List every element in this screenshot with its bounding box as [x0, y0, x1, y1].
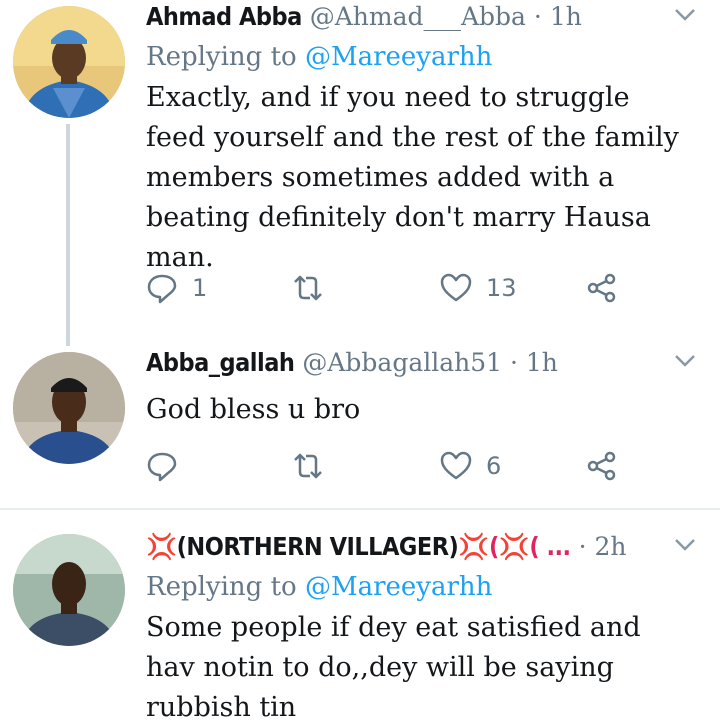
like-button[interactable]: 6 — [440, 446, 501, 486]
tweet-header: Abba_gallah @Abbagallah51 · 1h — [146, 348, 696, 384]
tweet-actions: 6 — [146, 446, 666, 486]
separator-dot: · — [578, 532, 587, 561]
reply-button[interactable] — [146, 446, 192, 486]
reply-icon — [147, 452, 177, 482]
display-name[interactable]: Abba_gallah — [146, 348, 295, 377]
name-suffix: 💢(💢( ... — [458, 532, 571, 561]
replying-label: Replying to — [146, 572, 297, 602]
retweet-button[interactable] — [292, 268, 338, 308]
thread-line — [66, 124, 70, 346]
timestamp[interactable]: 2h — [594, 532, 626, 561]
tweet[interactable]: Ahmad Abba @Ahmad___Abba · 1h Replying t… — [0, 0, 720, 346]
heart-icon — [440, 273, 472, 302]
like-count: 6 — [486, 452, 502, 480]
retweet-icon — [294, 453, 322, 479]
chevron-down-icon[interactable] — [674, 354, 696, 368]
chevron-down-icon[interactable] — [674, 538, 696, 552]
chevron-down-icon[interactable] — [674, 8, 696, 22]
retweet-icon — [294, 275, 322, 301]
avatar[interactable] — [13, 6, 125, 118]
timestamp[interactable]: 1h — [550, 2, 582, 31]
replying-label: Replying to — [146, 42, 297, 72]
tweet[interactable]: Abba_gallah @Abbagallah51 · 1h God bless… — [0, 340, 720, 510]
tweet-text: Exactly, and if you need to struggle fee… — [146, 82, 679, 273]
share-button[interactable] — [586, 268, 618, 308]
display-name[interactable]: Ahmad Abba — [146, 2, 302, 31]
reply-icon — [147, 274, 177, 304]
replying-to: Replying to @Mareeyarhh — [146, 572, 696, 602]
share-button[interactable] — [586, 446, 618, 486]
display-name[interactable]: (NORTHERN VILLAGER) — [177, 532, 459, 561]
user-handle[interactable]: @Ahmad___Abba — [310, 2, 526, 31]
avatar[interactable] — [13, 534, 125, 646]
avatar[interactable] — [13, 352, 125, 464]
tweet-header: Ahmad Abba @Ahmad___Abba · 1h — [146, 2, 696, 38]
user-handle[interactable]: @Abbagallah51 — [302, 348, 502, 377]
reply-count: 1 — [192, 274, 208, 302]
heart-icon — [440, 451, 472, 480]
mention-link[interactable]: @Mareeyarhh — [305, 572, 492, 602]
share-icon — [587, 451, 616, 481]
retweet-button[interactable] — [292, 446, 338, 486]
mention-link[interactable]: @Mareeyarhh — [305, 42, 492, 72]
tweet-divider — [0, 508, 720, 510]
like-count: 13 — [486, 274, 517, 302]
separator-dot: · — [510, 348, 518, 377]
replying-to: Replying to @Mareeyarhh — [146, 42, 696, 72]
tweet-actions: 1 13 — [146, 268, 666, 308]
tweet[interactable]: 💢(NORTHERN VILLAGER)💢(💢( ... · 2h Replyi… — [0, 520, 720, 723]
share-icon — [587, 273, 616, 303]
tweet-header: 💢(NORTHERN VILLAGER)💢(💢( ... · 2h — [146, 532, 696, 568]
name-prefix-emoji: 💢 — [146, 532, 177, 561]
like-button[interactable]: 13 — [440, 268, 517, 308]
tweet-text: God bless u bro — [146, 394, 361, 425]
reply-button[interactable]: 1 — [146, 268, 207, 308]
tweet-text: Some people if dey eat satisfied and hav… — [146, 612, 641, 723]
separator-dot: · — [533, 2, 542, 31]
timestamp[interactable]: 1h — [526, 348, 558, 377]
